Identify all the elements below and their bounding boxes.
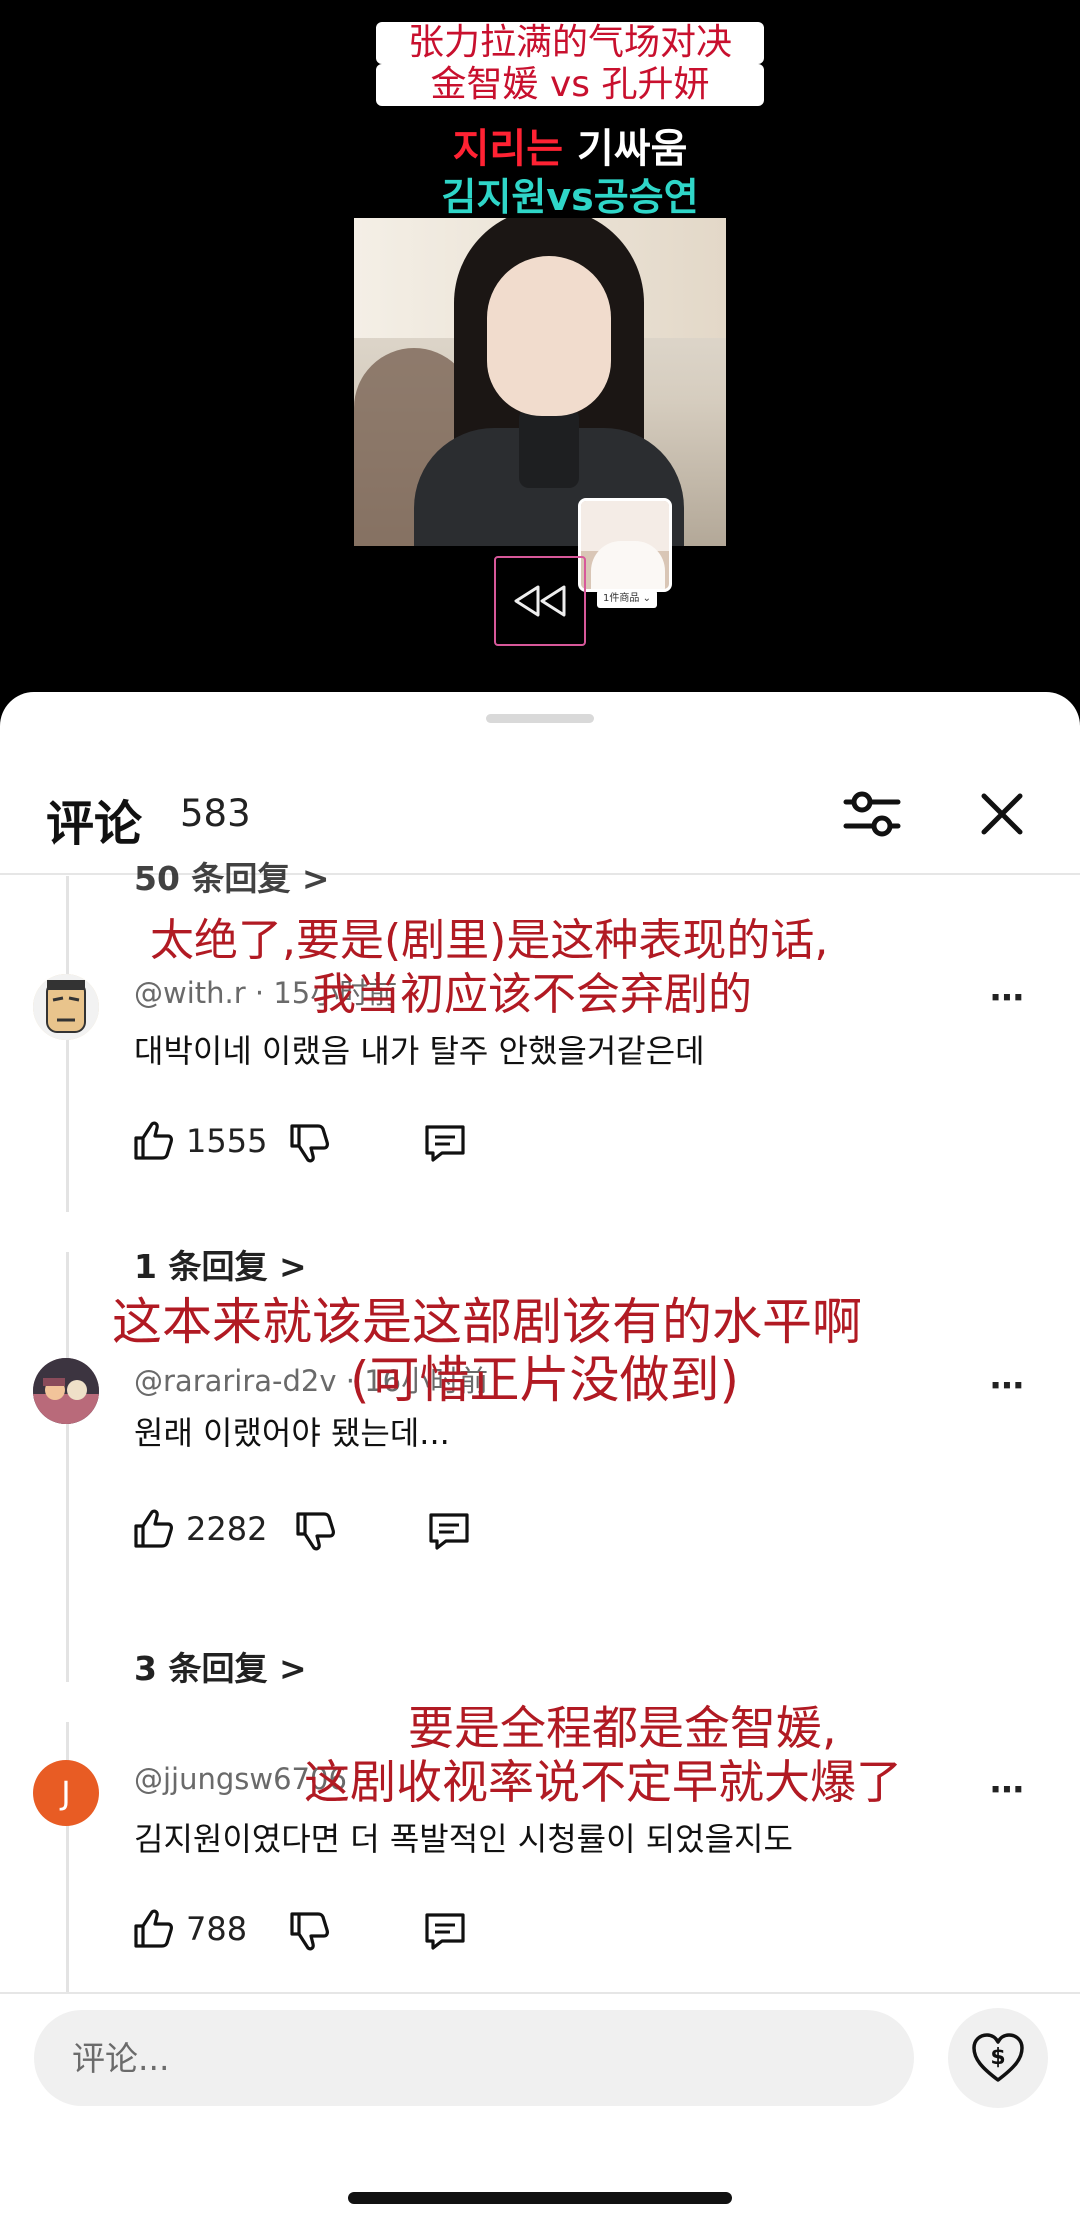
reply-button[interactable] (426, 1508, 472, 1554)
svg-text:$: $ (990, 2045, 1005, 2070)
comment-bubble-icon (429, 1513, 469, 1550)
thumbs-up-icon (134, 1909, 173, 1948)
translation-overlay: 这剧收视率说不定早就大爆了 (304, 1755, 902, 1809)
reply-button[interactable] (422, 1908, 468, 1954)
comment-bubble-icon (425, 1125, 465, 1162)
dislike-button[interactable] (286, 1120, 332, 1166)
product-thumbnail[interactable] (578, 498, 672, 592)
translation-overlay: (可惜正片没做到) (350, 1351, 740, 1409)
super-thanks-button[interactable]: $ (948, 2008, 1048, 2108)
replies-link[interactable]: 3 条回复 > (134, 1642, 307, 1690)
like-button[interactable] (130, 1118, 176, 1164)
comment-input-box[interactable] (34, 2010, 914, 2106)
dislike-button[interactable] (286, 1908, 332, 1954)
replies-link-partial[interactable]: 50 条回复 > (134, 852, 330, 900)
more-options-button[interactable]: ⋯ (990, 978, 1026, 1018)
close-button[interactable] (968, 780, 1036, 848)
drag-handle[interactable] (486, 714, 594, 723)
more-options-button[interactable]: ⋯ (990, 1770, 1026, 1810)
thread-line (66, 1252, 69, 1682)
reply-button[interactable] (422, 1120, 468, 1166)
comments-count: 583 (180, 792, 251, 835)
heart-dollar-icon: $ (972, 2033, 1024, 2082)
rewind-button[interactable] (494, 556, 586, 646)
dislike-button[interactable] (292, 1508, 338, 1554)
like-button[interactable] (130, 1906, 176, 1952)
caption-kr-line2: 김지원vs공승연 (441, 175, 699, 219)
input-divider (0, 1992, 1080, 1994)
like-count: 1555 (186, 1122, 268, 1160)
comment-bubble-icon (425, 1913, 465, 1950)
like-count: 2282 (186, 1510, 268, 1548)
comment-text: 대박이네 이랬음 내가 탈주 안했을거같은데 (134, 1032, 705, 1070)
cartoon-face-icon (33, 974, 99, 1040)
product-label[interactable]: 1件商品 ⌄ (597, 590, 657, 608)
close-icon (981, 793, 1023, 835)
home-indicator (348, 2192, 732, 2204)
thumbs-up-icon (134, 1509, 173, 1548)
comments-sheet: 评论 583 50 条回复 > 太绝了,要是(剧里)是这种表现的话, @with… (0, 692, 1080, 2226)
more-options-button[interactable]: ⋯ (990, 1366, 1026, 1406)
caption-cn-line1: 张力拉满的气场对决 (376, 22, 764, 64)
avatar[interactable] (33, 1358, 99, 1424)
comments-title: 评论 (46, 796, 143, 852)
comment-text: 김지원이였다면 더 폭발적인 시청률이 되었을지도 (134, 1820, 793, 1858)
caption-cn-line2: 金智媛 vs 孔升妍 (376, 64, 764, 106)
sliders-icon (843, 791, 901, 837)
video-frame (354, 218, 726, 546)
thumbs-up-icon (134, 1121, 173, 1160)
avatar[interactable] (33, 974, 99, 1040)
video-player[interactable]: 张力拉满的气场对决 金智媛 vs 孔升妍 지리는 기싸움 김지원vs공승연 1件… (0, 0, 1080, 720)
avatar[interactable]: J (33, 1760, 99, 1826)
comment-input[interactable] (34, 2010, 914, 2106)
comment-text: 원래 이랬어야 됐는데... (134, 1414, 450, 1452)
filter-button[interactable] (838, 780, 906, 848)
like-button[interactable] (130, 1506, 176, 1552)
thumbs-down-icon (290, 1912, 329, 1951)
like-count: 788 (186, 1910, 248, 1948)
rewind-icon (514, 585, 566, 617)
translation-overlay: 我当初应该不会弃剧的 (312, 969, 752, 1020)
thread-line (66, 876, 69, 1212)
thumbs-down-icon (296, 1512, 335, 1551)
cartoon-avatar-icon (33, 1358, 99, 1424)
replies-link[interactable]: 1 条回复 > (134, 1240, 307, 1288)
thumbs-down-icon (290, 1124, 329, 1163)
